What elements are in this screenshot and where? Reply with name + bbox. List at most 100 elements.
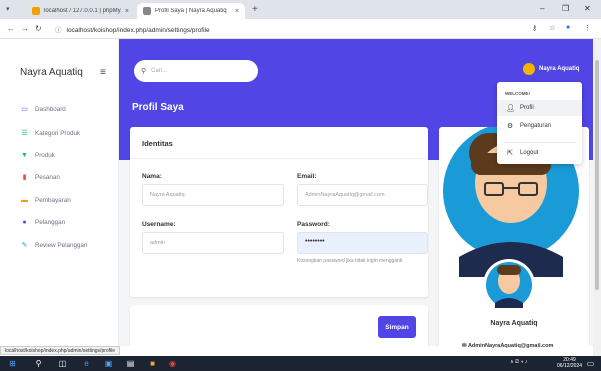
new-tab-icon[interactable]: +	[252, 4, 258, 15]
dropdown-item-pengaturan[interactable]: ⚙ Pengaturan	[497, 118, 582, 134]
dropdown-item-label: Profil	[520, 105, 534, 111]
explorer-icon[interactable]: ▤	[126, 359, 135, 368]
search-icon: ⚲	[141, 68, 147, 75]
password-field[interactable]: ••••••••	[297, 232, 428, 254]
sidebar-item-label: Kategori Produk	[35, 130, 81, 137]
profile-email-text: AdminNayraAquatiq@gmail.com	[467, 343, 554, 349]
store-icon[interactable]: ▣	[104, 359, 113, 368]
sidebar-item-pembayaran[interactable]: ▬ Pembayaran	[20, 196, 71, 205]
sidebar: Nayra Aquatiq ≡ ▭ Dashboard ☰ Kategori P…	[0, 39, 119, 346]
logout-icon: ⇱	[507, 150, 513, 157]
sidebar-item-pelanggan[interactable]: ● Pelanggan	[20, 218, 65, 227]
dropdown-item-logout[interactable]: ⇱ Logout	[497, 145, 582, 161]
password-label: Password:	[297, 221, 330, 228]
edge-icon[interactable]: e	[82, 359, 91, 368]
cart-icon: ▼	[21, 152, 28, 159]
user-name: Nayra Aquatiq	[539, 66, 580, 72]
username-field[interactable]: admin	[142, 232, 284, 254]
sidebar-item-pesanan[interactable]: ▮ Pesanan	[20, 173, 60, 182]
bookmark-star-icon[interactable]: ☆	[549, 24, 555, 32]
reload-icon[interactable]: ↻	[35, 24, 42, 33]
clock[interactable]: 20:49 06/12/2024	[557, 357, 582, 369]
sidebar-item-review-pelanggan[interactable]: ✎ Review Pelanggan	[20, 241, 88, 250]
sidebar-item-label: Produk	[35, 152, 55, 159]
tab-title: localhost / 127.0.0.1 | phpMyA	[44, 8, 121, 14]
gear-icon: ⚙	[506, 123, 514, 130]
tray-icons[interactable]: ∧ ⎚ ◖ ♪	[510, 359, 527, 365]
users-icon: ●	[22, 219, 27, 226]
username-label: Username:	[142, 221, 176, 228]
profile-icon[interactable]: ●	[566, 24, 570, 31]
user-dropdown-menu: WELCOME! 👤︎ Profil ⚙ Pengaturan ⇱ Logout	[497, 82, 582, 164]
sidebar-item-label: Dashboard	[35, 106, 66, 113]
address-bar: ← → ↻ ⓘ localhost/koishop/index.php/admin…	[0, 19, 601, 39]
dropdown-item-profil[interactable]: 👤︎ Profil	[497, 100, 582, 116]
profile-email: ✉ AdminNayraAquatiq@gmail.com	[462, 343, 553, 349]
site-favicon-icon	[143, 7, 151, 15]
user-icon: 👤︎	[506, 105, 515, 112]
money-icon: ▬	[21, 197, 28, 204]
profile-name: Nayra Aquatiq	[490, 320, 538, 327]
tab-search-icon[interactable]: ▾	[6, 5, 10, 13]
back-icon[interactable]: ←	[7, 24, 15, 33]
email-label: Email:	[297, 173, 317, 180]
search-icon[interactable]: ⚲	[34, 359, 43, 368]
search-placeholder: Cari...	[151, 68, 168, 74]
hamburger-menu-icon[interactable]: ≡	[100, 67, 106, 78]
search-input[interactable]: ⚲ Cari...	[134, 60, 258, 82]
chrome-icon[interactable]: ◉	[168, 359, 177, 368]
close-tab-icon[interactable]: ×	[235, 8, 239, 15]
close-tab-icon[interactable]: ×	[125, 8, 129, 15]
name-field[interactable]: Nayra Aquatiq	[142, 184, 284, 206]
xampp-icon[interactable]: ■	[148, 359, 157, 368]
scrollbar-thumb[interactable]	[595, 60, 599, 290]
browser-tab-bar: ▾ localhost / 127.0.0.1 | phpMyA × Profi…	[0, 0, 601, 19]
edit-icon: ✎	[21, 242, 28, 249]
tab-title: Profil Saya | Nayra Aquatiq	[155, 8, 227, 14]
receipt-icon: ▮	[22, 174, 27, 181]
minimize-icon[interactable]: –	[540, 4, 544, 13]
name-label: Nama:	[142, 173, 162, 180]
task-view-icon[interactable]: ◫	[58, 359, 67, 368]
key-icon[interactable]: ⚷	[532, 24, 537, 32]
identity-card: Identitas Nama: Nayra Aquatiq Email: Adm…	[130, 127, 428, 297]
list-icon: ☰	[21, 130, 28, 137]
dropdown-divider	[503, 142, 576, 143]
monitor-icon: ▭	[21, 106, 28, 113]
dropdown-item-label: Logout	[520, 150, 539, 156]
site-info-icon[interactable]: ⓘ	[55, 24, 62, 34]
phpmyadmin-favicon-icon	[32, 7, 40, 15]
user-menu[interactable]: Nayra Aquatiq	[523, 63, 579, 75]
save-button[interactable]: Simpan	[378, 316, 416, 338]
url-text: localhost/koishop/index.php/admin/settin…	[66, 27, 210, 34]
sidebar-item-label: Pembayaran	[35, 197, 71, 204]
browser-menu-icon[interactable]: ⋮	[584, 24, 591, 32]
save-card: Simpan	[130, 305, 428, 346]
url-field[interactable]: ⓘ localhost/koishop/index.php/admin/setti…	[55, 24, 210, 34]
windows-taskbar: ⊞ ⚲ ◫ e ▣ ▤ ■ ◉ ∧ ⎚ ◖ ♪ 20:49 06/12/2024…	[0, 356, 601, 371]
clock-date: 06/12/2024	[557, 363, 583, 369]
sidebar-item-dashboard[interactable]: ▭ Dashboard	[20, 105, 66, 114]
maximize-icon[interactable]: ❐	[562, 4, 569, 13]
sidebar-item-label: Pelanggan	[35, 219, 66, 226]
forward-icon[interactable]: →	[21, 24, 29, 33]
dropdown-welcome: WELCOME!	[505, 91, 530, 96]
status-url: localhost/koishop/index.php/admin/settin…	[0, 346, 121, 355]
password-hint: Kosongkan password jika tidak ingin meng…	[297, 258, 403, 264]
sidebar-item-label: Review Pelanggan	[35, 242, 88, 249]
browser-tab-phpmyadmin[interactable]: localhost / 127.0.0.1 | phpMyA ×	[26, 3, 135, 19]
brand-title[interactable]: Nayra Aquatiq	[20, 67, 83, 78]
browser-tab-profil[interactable]: Profil Saya | Nayra Aquatiq ×	[137, 3, 245, 19]
windows-start-icon[interactable]: ⊞	[8, 359, 17, 368]
dropdown-item-label: Pengaturan	[520, 123, 552, 129]
page-title: Profil Saya	[132, 102, 184, 113]
sidebar-item-label: Pesanan	[35, 174, 60, 181]
sidebar-item-kategori-produk[interactable]: ☰ Kategori Produk	[20, 129, 80, 138]
avatar	[523, 63, 535, 75]
sidebar-item-produk[interactable]: ▼ Produk	[20, 151, 55, 160]
card-title: Identitas	[130, 127, 428, 159]
email-field[interactable]: AdminNayraAquatiq@gmail.com	[297, 184, 428, 206]
envelope-icon: ✉	[462, 343, 467, 349]
window-close-icon[interactable]: ✕	[584, 4, 591, 13]
notification-icon[interactable]: ▭	[586, 359, 595, 368]
